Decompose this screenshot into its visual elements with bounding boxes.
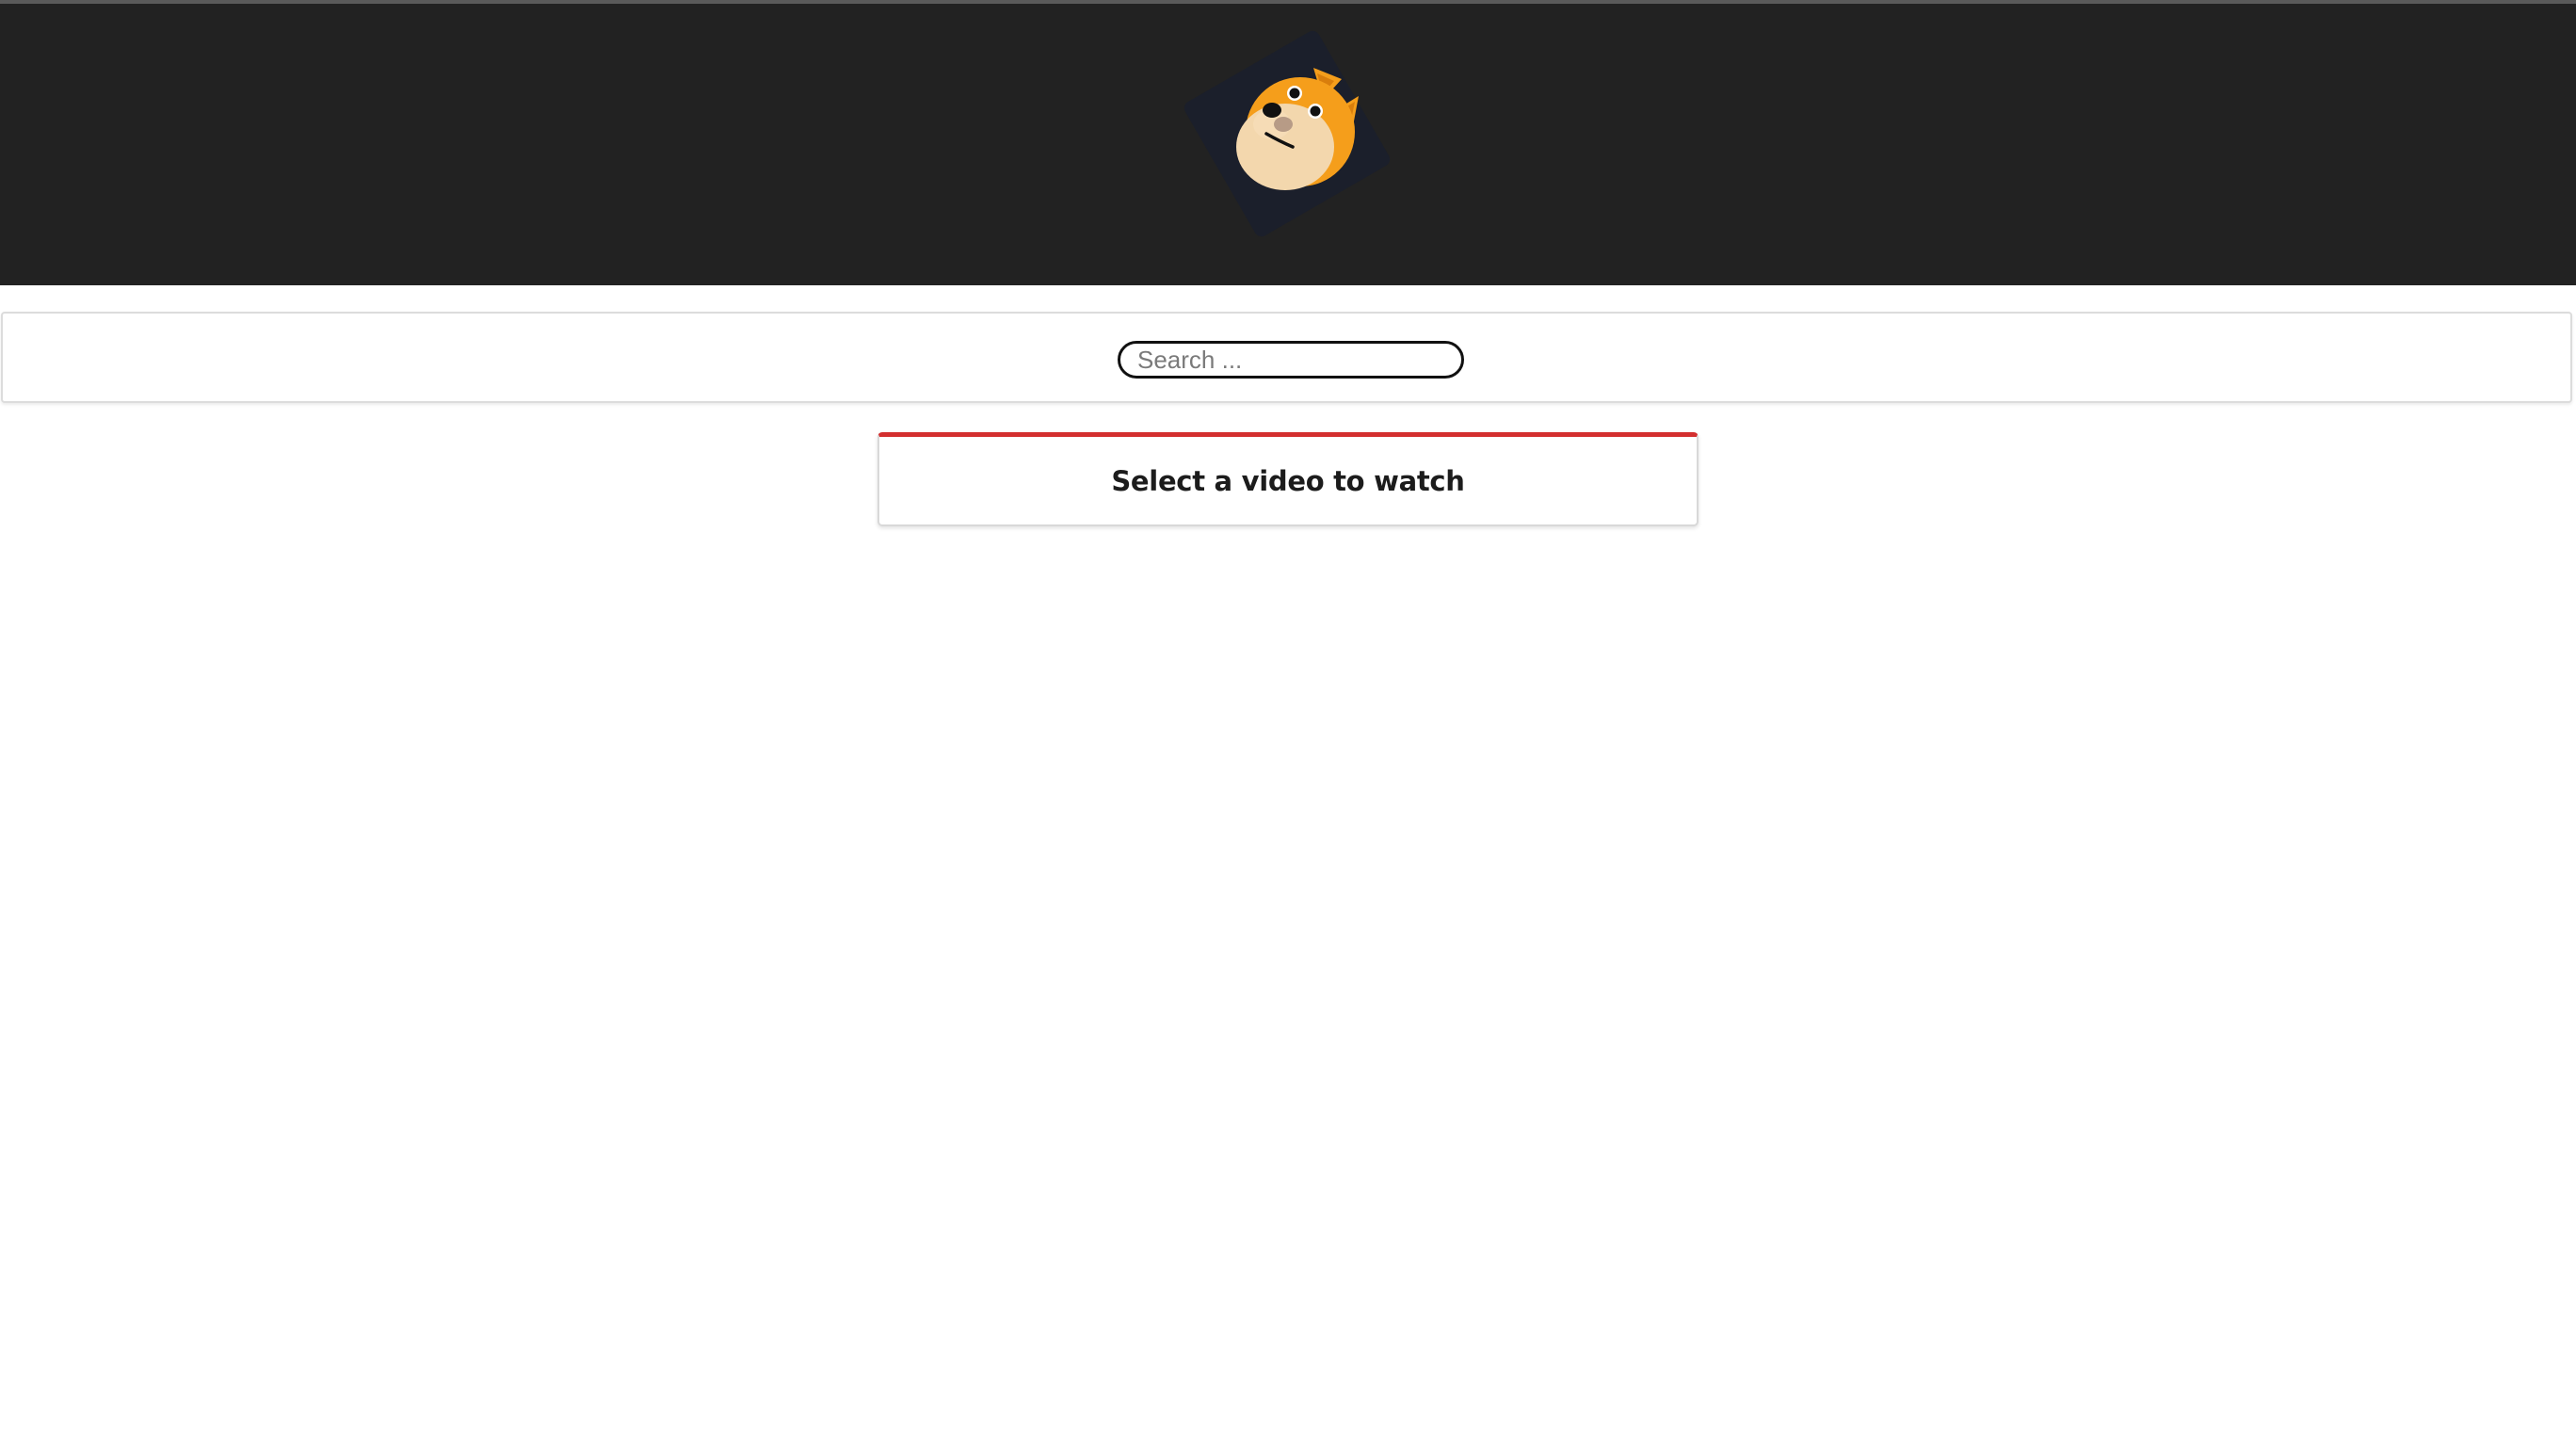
search-input[interactable] [1118, 341, 1464, 379]
app-header [0, 4, 2576, 285]
search-bar [1, 312, 2572, 403]
select-video-message: Select a video to watch [1111, 465, 1465, 497]
doge-logo-icon[interactable] [1174, 21, 1400, 247]
select-video-card: Select a video to watch [877, 432, 1699, 526]
